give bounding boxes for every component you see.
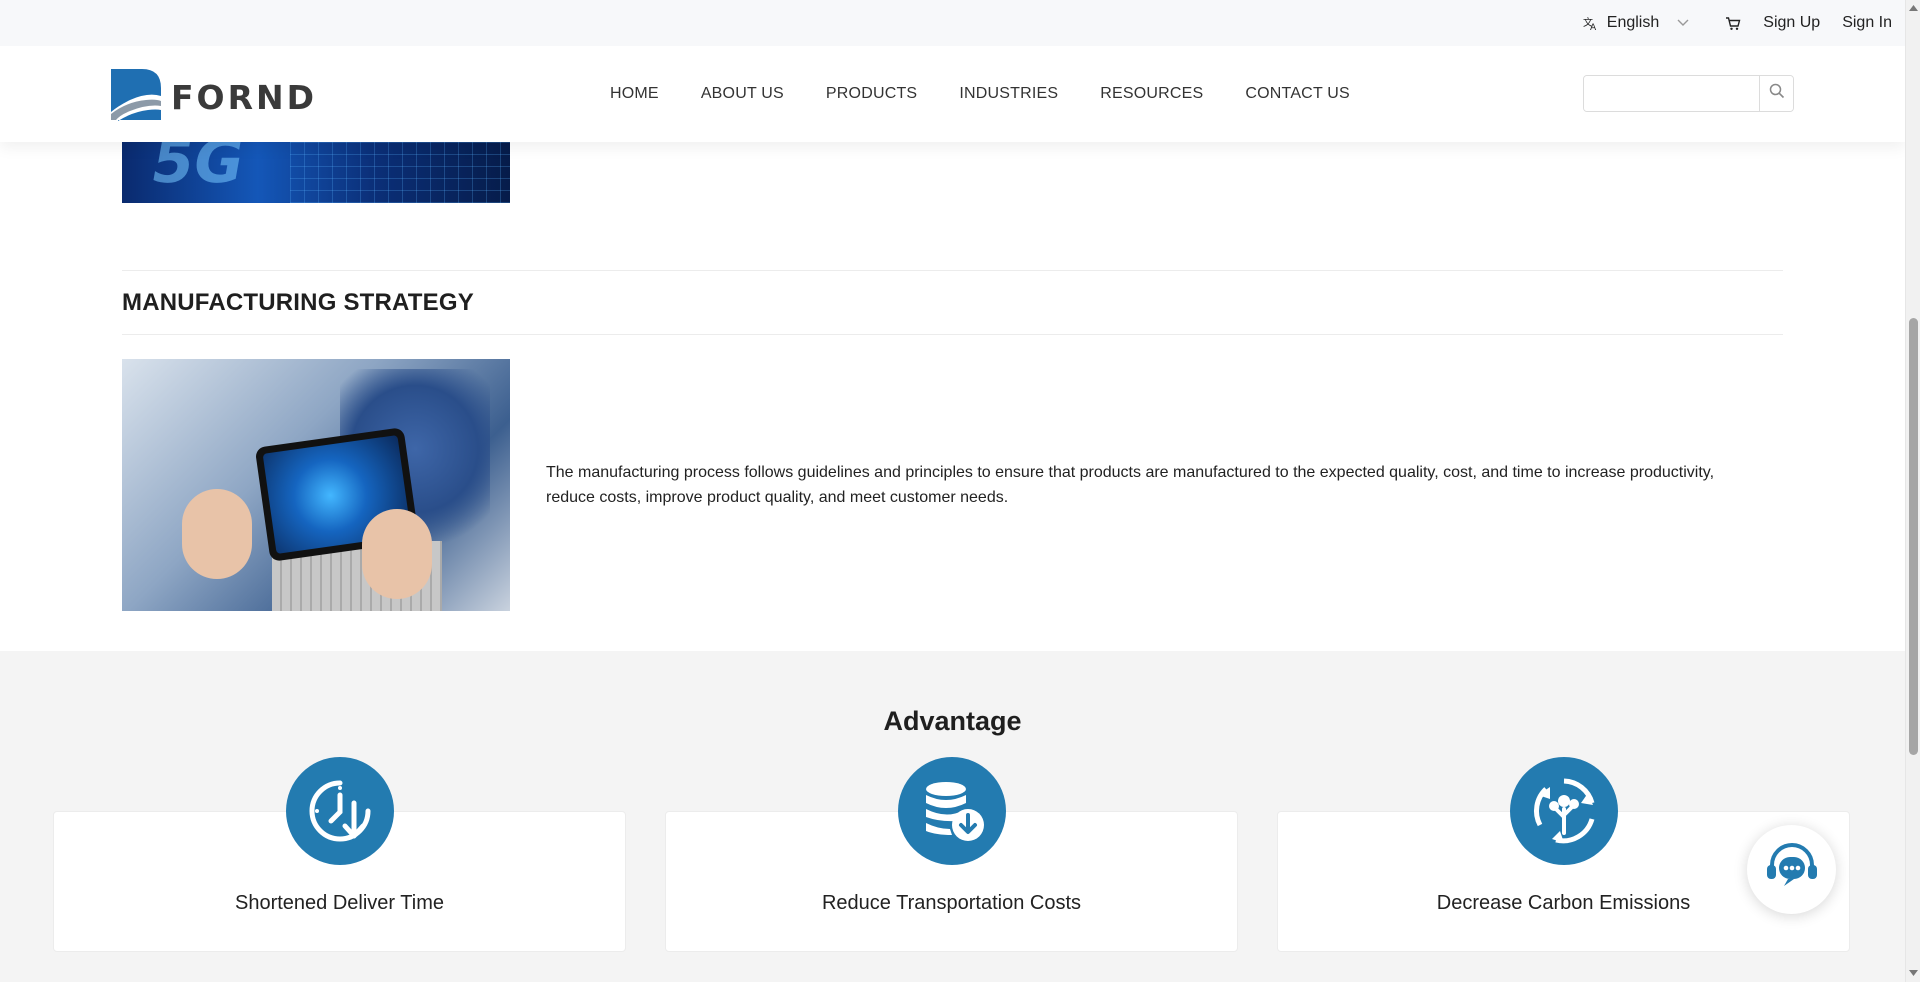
section-divider-bottom [122,334,1783,335]
logo-text: FORND [171,77,318,117]
left-hand-shape [182,489,252,579]
search-box [1583,75,1794,112]
page-scrollbar[interactable] [1905,0,1920,982]
section-divider-top [122,270,1783,271]
logo[interactable]: FORND [108,66,317,128]
chevron-down-icon [1677,19,1689,27]
advantage-label: Reduce Transportation Costs [821,892,1082,914]
search-input[interactable] [1584,76,1759,111]
scroll-down-icon[interactable] [1909,968,1918,977]
manufacturing-image [122,359,510,611]
clock-arrow-icon [286,757,394,865]
nav-about-us[interactable]: ABOUT US [701,85,784,103]
image-5g-text: 5G [145,142,250,197]
advantage-title: Advantage [883,706,1022,736]
headset-chat-icon [1764,843,1820,896]
manufacturing-description: The manufacturing process follows guidel… [546,464,1715,506]
nav-resources[interactable]: RESOURCES [1100,85,1203,103]
5g-network-image: 5G [122,142,510,203]
cart-icon[interactable] [1725,16,1741,31]
scrollbar-thumb[interactable] [1909,318,1918,755]
search-icon [1769,83,1785,104]
translate-icon: 文A [1583,15,1599,31]
utility-bar: 文A English Sign Up Sign In [0,0,1905,46]
advantage-label: Shortened Deliver Time [235,892,444,914]
main-nav: HOME ABOUT US PRODUCTS INDUSTRIES RESOUR… [610,46,1350,142]
nav-industries[interactable]: INDUSTRIES [959,85,1058,103]
sign-up-link[interactable]: Sign Up [1763,14,1820,32]
nav-home[interactable]: HOME [610,85,659,103]
main-header: FORND HOME ABOUT US PRODUCTS INDUSTRIES … [0,46,1905,142]
right-hand-shape [362,509,432,599]
chat-support-button[interactable] [1747,825,1836,914]
nav-products[interactable]: PRODUCTS [826,85,917,103]
scroll-up-icon[interactable] [1909,3,1918,12]
section-title-manufacturing: MANUFACTURING STRATEGY [122,289,474,316]
logo-mark-icon [108,66,163,128]
svg-text:A: A [1590,23,1597,31]
database-download-icon [898,757,1006,865]
language-label: English [1606,14,1660,31]
recycle-tree-icon [1510,757,1618,865]
nav-contact-us[interactable]: CONTACT US [1245,85,1350,103]
sign-in-link[interactable]: Sign In [1842,14,1892,32]
language-selector[interactable]: 文A English [1583,14,1689,32]
circuit-pattern [290,142,510,203]
search-button[interactable] [1759,76,1793,111]
